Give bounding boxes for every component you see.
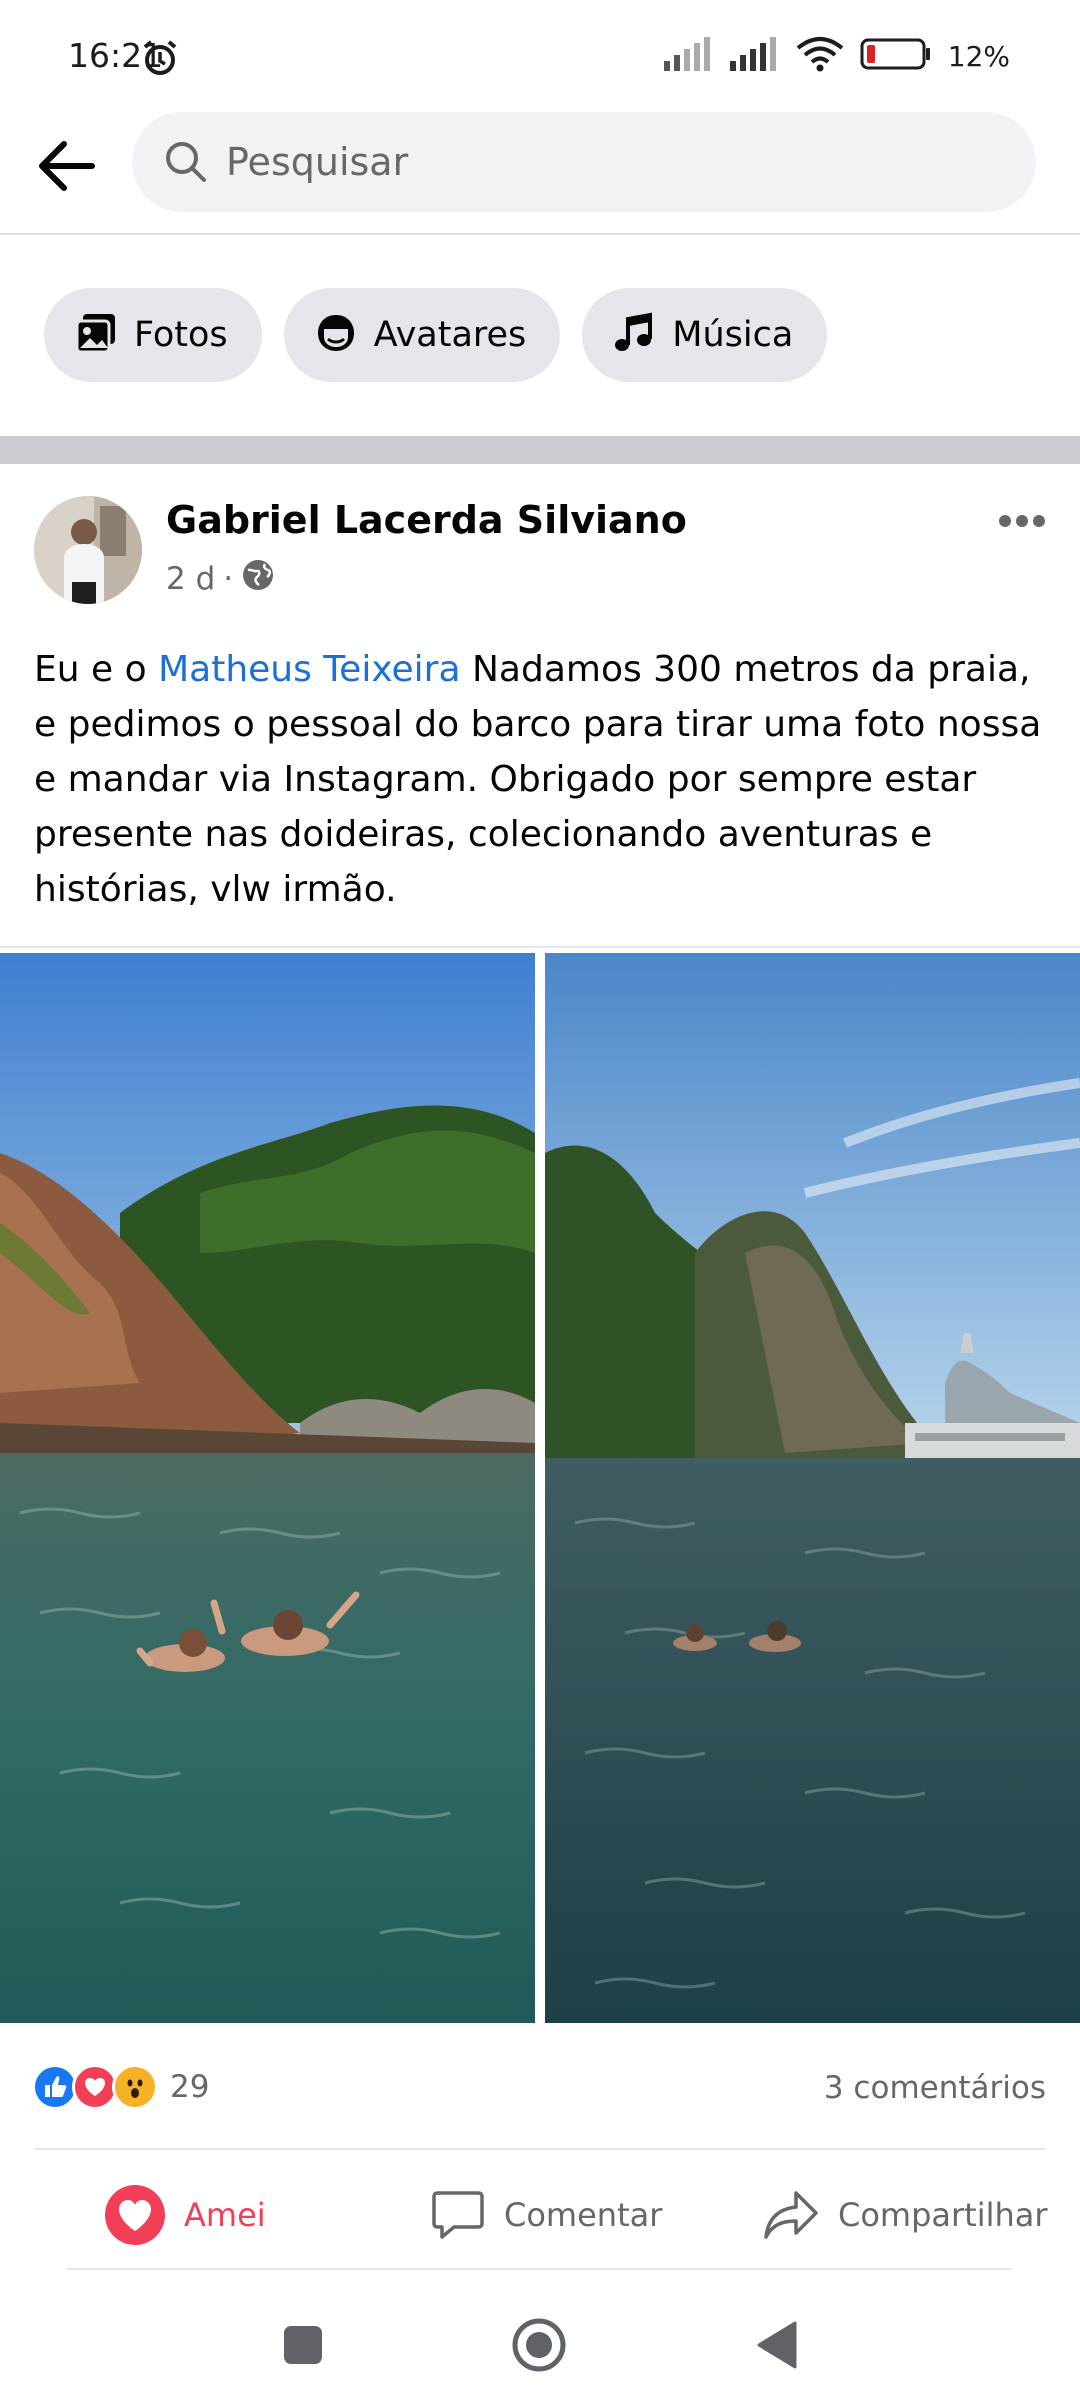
battery-percent: 12% — [947, 39, 1010, 73]
post-time[interactable]: 2 d — [166, 561, 215, 597]
comment-icon — [432, 2191, 484, 2239]
wow-reaction-icon — [112, 2064, 158, 2110]
search-header: Pesquisar — [0, 110, 1080, 235]
triangle-back-icon — [757, 2321, 797, 2369]
chip-label: Música — [672, 315, 794, 355]
post-divider — [0, 946, 1080, 948]
chip-musica[interactable]: Música — [582, 288, 828, 382]
back-arrow-icon — [39, 141, 95, 191]
search-placeholder: Pesquisar — [226, 140, 409, 184]
signal-icon-2 — [729, 37, 780, 75]
system-nav-bar — [0, 2290, 1080, 2400]
comment-button[interactable]: Comentar — [430, 2170, 662, 2260]
home-circle-icon — [512, 2318, 566, 2372]
chip-label: Avatares — [373, 315, 527, 355]
comment-label: Comentar — [504, 2196, 663, 2234]
more-options-button[interactable] — [990, 496, 1054, 546]
share-button[interactable]: Compartilhar — [762, 2170, 1048, 2260]
love-button[interactable]: Amei — [104, 2170, 266, 2260]
post-meta: 2 d · — [166, 558, 275, 600]
post-text: Eu e o Matheus Teixeira Nadamos 300 metr… — [34, 642, 1054, 917]
comments-count[interactable]: 3 comentários — [824, 2070, 1046, 2106]
post-photo-1[interactable] — [0, 953, 535, 2023]
post-text-start: Eu e o — [34, 649, 159, 690]
alarm-icon — [140, 38, 180, 82]
love-label: Amei — [184, 2196, 266, 2234]
reaction-count: 29 — [170, 2069, 210, 2105]
back-button[interactable] — [30, 130, 102, 202]
share-icon — [764, 2191, 818, 2239]
battery-icon — [860, 37, 932, 75]
author-name[interactable]: Gabriel Lacerda Silviano — [166, 498, 687, 542]
share-label: Compartilhar — [838, 2196, 1048, 2234]
photos-icon — [74, 311, 118, 359]
signal-icon — [663, 37, 714, 75]
filter-chips: Fotos Avatares Música — [44, 288, 828, 382]
chip-label: Fotos — [134, 315, 228, 355]
author-avatar[interactable] — [34, 496, 142, 604]
mention-link[interactable]: Matheus Teixeira — [158, 649, 460, 690]
love-icon — [105, 2185, 165, 2245]
section-divider — [0, 436, 1080, 464]
recents-button[interactable] — [268, 2310, 338, 2380]
back-nav-button[interactable] — [742, 2310, 812, 2380]
chip-avatares[interactable]: Avatares — [283, 288, 561, 382]
status-icons: 12% — [663, 36, 1010, 76]
search-input[interactable]: Pesquisar — [132, 112, 1036, 212]
search-icon — [164, 140, 208, 184]
status-bar: 16:21 12% — [0, 0, 1080, 110]
meta-separator: · — [223, 561, 234, 597]
music-icon — [612, 311, 656, 359]
post-photo-2[interactable] — [545, 953, 1080, 2023]
post-actions: Amei Comentar Compartilhar — [0, 2170, 1080, 2260]
wifi-icon — [796, 36, 844, 76]
square-icon — [284, 2326, 322, 2364]
bottom-divider — [66, 2268, 1012, 2270]
more-icon — [999, 515, 1045, 527]
actions-divider — [34, 2148, 1046, 2150]
avatar-icon — [314, 311, 358, 359]
reactions-summary[interactable]: 29 — [32, 2064, 209, 2110]
home-button[interactable] — [504, 2310, 574, 2380]
globe-icon — [241, 558, 275, 600]
chip-fotos[interactable]: Fotos — [44, 288, 262, 382]
